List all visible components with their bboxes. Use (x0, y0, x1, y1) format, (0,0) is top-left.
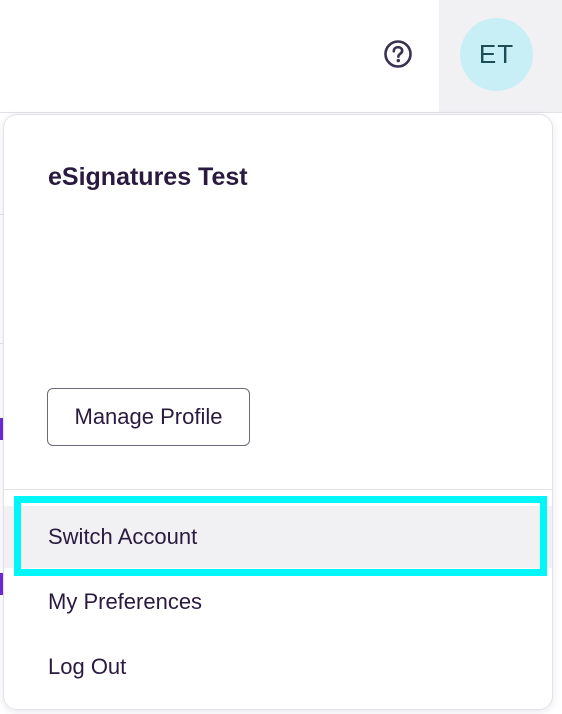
menu-item-log-out[interactable]: Log Out (4, 636, 552, 698)
question-circle-icon (384, 40, 412, 68)
user-avatar-button[interactable]: ET (460, 18, 533, 91)
manage-profile-button[interactable]: Manage Profile (47, 388, 250, 446)
menu-item-label: My Preferences (48, 589, 203, 614)
help-button[interactable] (382, 38, 414, 70)
menu-divider (4, 489, 552, 490)
focus-highlight-ring (14, 496, 547, 576)
top-header-bar: ET (0, 0, 562, 113)
menu-item-my-preferences[interactable]: My Preferences (4, 571, 552, 633)
account-dropdown-menu: eSignatures Test Manage Profile Switch A… (3, 114, 553, 710)
menu-item-label: Log Out (48, 654, 127, 679)
account-name: eSignatures Test (48, 163, 248, 191)
